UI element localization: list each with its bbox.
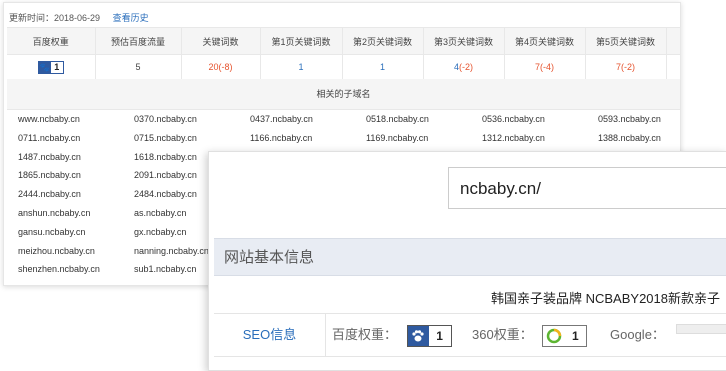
- subdomain-link[interactable]: 0536.ncbaby.cn: [482, 114, 545, 124]
- update-time-label: 更新时间：2018-06-29: [9, 13, 101, 23]
- seo-info-label[interactable]: SEO信息: [214, 314, 326, 356]
- google-metric: Google：: [610, 314, 665, 356]
- page4-change: (-4): [540, 62, 554, 72]
- google-pagerank-bar: [676, 324, 726, 334]
- baidu-weight-badge-large[interactable]: 1: [406, 324, 452, 347]
- view-history-link[interactable]: 查看历史: [113, 13, 149, 23]
- site-info-panel: ncbaby.cn/ 网站基本信息 韩国亲子装品牌 NCBABY2018新款亲子…: [208, 151, 726, 371]
- google-label: Google：: [610, 327, 665, 342]
- col-header: 第3页关键词数: [423, 27, 505, 55]
- site-title-text: 韩国亲子装品牌 NCBABY2018新款亲子: [491, 291, 720, 306]
- empty-cell: [666, 54, 681, 80]
- keywords-value: 20: [208, 62, 219, 72]
- subdomain-link[interactable]: 2444.ncbaby.cn: [18, 189, 81, 199]
- 360-weight-metric: 360权重： 1: [472, 314, 588, 356]
- keyword-stats-table: 百度权重 预估百度流量 关键词数 第1页关键词数 第2页关键词数 第3页关键词数…: [7, 27, 681, 80]
- subdomain-link[interactable]: 0593.ncbaby.cn: [598, 114, 661, 124]
- seo-info-row: SEO信息 百度权重： 1 360权重： 1 Google：: [214, 313, 726, 357]
- baidu-weight-value-large: 1: [436, 328, 443, 343]
- stats-row: 🐾 1 5 20(-8) 1 1 4(-2) 7(-4) 7(-2): [7, 54, 681, 80]
- list-item: 0711.ncbaby.cn 0715.ncbaby.cn 1166.ncbab…: [18, 133, 678, 152]
- subdomain-link[interactable]: 1388.ncbaby.cn: [598, 133, 661, 143]
- domain-search-input[interactable]: ncbaby.cn/: [448, 167, 726, 209]
- 360-logo-icon: [543, 326, 564, 346]
- page3-change: (-2): [459, 62, 473, 72]
- keywords-change: (-8): [218, 62, 233, 72]
- site-info-title: 网站基本信息: [214, 238, 726, 276]
- subdomain-link[interactable]: 0711.ncbaby.cn: [18, 133, 80, 143]
- page1-cell[interactable]: 1: [260, 54, 343, 80]
- col-header: 百度权重: [7, 27, 96, 55]
- baidu-weight-badge[interactable]: 🐾 1: [37, 60, 64, 74]
- page5-cell[interactable]: 7(-2): [585, 54, 667, 80]
- col-header: 第5页关键词数: [585, 27, 667, 55]
- update-time: 更新时间：2018-06-29 查看历史: [9, 11, 149, 24]
- col-header: 第2页关键词数: [342, 27, 424, 55]
- subdomain-link[interactable]: 1166.ncbaby.cn: [250, 133, 312, 143]
- baidu-weight-cell: 🐾 1: [7, 54, 96, 80]
- list-item: www.ncbaby.cn 0370.ncbaby.cn 0437.ncbaby…: [18, 114, 678, 133]
- baidu-paw-icon: [407, 325, 429, 346]
- col-header-empty: [666, 27, 681, 55]
- baidu-weight-metric: 百度权重： 1: [332, 314, 452, 356]
- page4-cell[interactable]: 7(-4): [504, 54, 586, 80]
- col-header: 第1页关键词数: [260, 27, 343, 55]
- col-header: 关键词数: [181, 27, 261, 55]
- subdomain-link[interactable]: anshun.ncbaby.cn: [18, 208, 90, 218]
- stats-header-row: 百度权重 预估百度流量 关键词数 第1页关键词数 第2页关键词数 第3页关键词数…: [7, 27, 681, 55]
- page2-value: 1: [379, 62, 385, 72]
- baidu-weight-label: 百度权重：: [332, 327, 398, 342]
- col-header: 第4页关键词数: [504, 27, 586, 55]
- subdomain-link[interactable]: 2484.ncbaby.cn: [134, 189, 197, 199]
- 360-weight-badge[interactable]: 1: [542, 324, 588, 347]
- traffic-cell: 5: [95, 54, 182, 80]
- page2-cell[interactable]: 1: [342, 54, 424, 80]
- subdomain-link[interactable]: 1169.ncbaby.cn: [366, 133, 428, 143]
- 360-weight-label: 360权重：: [472, 327, 533, 342]
- subdomain-link[interactable]: 0518.ncbaby.cn: [366, 114, 429, 124]
- 360-weight-value: 1: [571, 328, 579, 343]
- subdomain-link[interactable]: nanning.ncbaby.cn: [134, 246, 209, 256]
- subdomain-link[interactable]: 0715.ncbaby.cn: [134, 133, 197, 143]
- subdomain-link[interactable]: 1487.ncbaby.cn: [18, 152, 81, 162]
- subdomain-link[interactable]: gansu.ncbaby.cn: [18, 227, 85, 237]
- baidu-weight-value: 1: [54, 61, 60, 72]
- subdomain-link[interactable]: 1865.ncbaby.cn: [18, 170, 81, 180]
- subdomain-link[interactable]: 1312.ncbaby.cn: [482, 133, 545, 143]
- col-header: 预估百度流量: [95, 27, 182, 55]
- subdomain-link[interactable]: shenzhen.ncbaby.cn: [18, 264, 100, 274]
- subdomain-link[interactable]: www.ncbaby.cn: [18, 114, 80, 124]
- page3-cell[interactable]: 4(-2): [423, 54, 505, 80]
- subdomain-link[interactable]: 2091.ncbaby.cn: [134, 170, 197, 180]
- subdomain-link[interactable]: 0370.ncbaby.cn: [134, 114, 197, 124]
- subdomain-link[interactable]: as.ncbaby.cn: [134, 208, 186, 218]
- subdomain-link[interactable]: 1618.ncbaby.cn: [134, 152, 197, 162]
- subdomain-link[interactable]: gx.ncbaby.cn: [134, 227, 186, 237]
- subdomain-link[interactable]: 0437.ncbaby.cn: [250, 114, 313, 124]
- subdomain-link[interactable]: meizhou.ncbaby.cn: [18, 246, 95, 256]
- keywords-cell[interactable]: 20(-8): [181, 54, 261, 80]
- baidu-paw-icon: 🐾: [38, 61, 51, 73]
- page1-value: 1: [298, 62, 304, 72]
- page5-change: (-2): [621, 62, 635, 72]
- subdomain-link[interactable]: sub1.ncbaby.cn: [134, 264, 196, 274]
- subdomains-title: 相关的子域名: [7, 79, 680, 110]
